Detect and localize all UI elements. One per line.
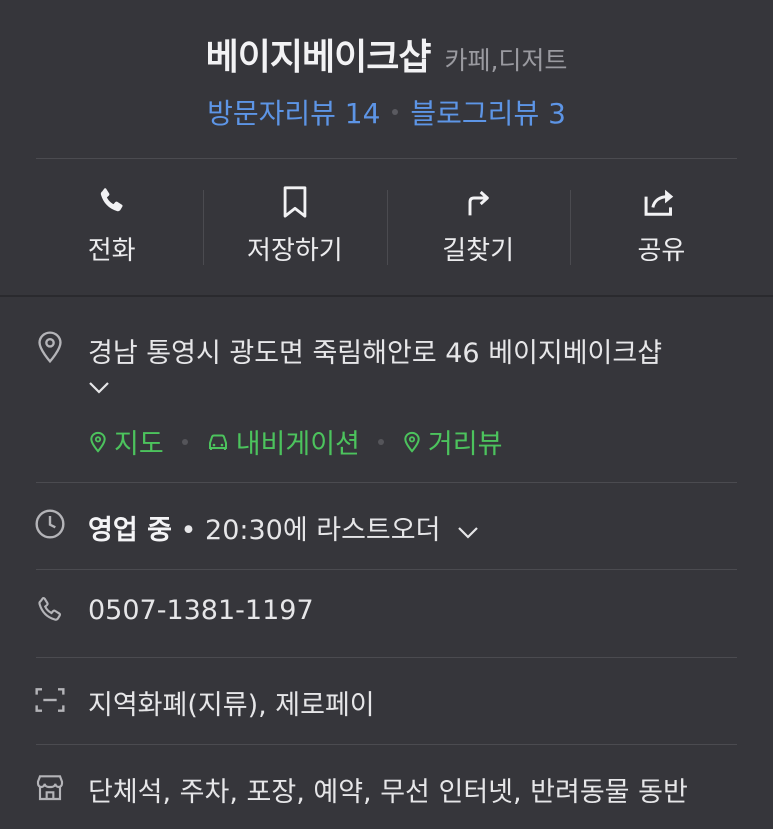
divider	[36, 657, 737, 658]
amenities-text: 단체석, 주차, 포장, 예약, 무선 인터넷, 반려동물 동반	[88, 777, 688, 808]
car-icon	[208, 434, 227, 450]
expand-address-button[interactable]	[88, 380, 110, 399]
save-label: 저장하기	[247, 236, 343, 266]
share-label: 공유	[637, 236, 686, 266]
open-status: 영업 중	[88, 515, 172, 546]
directions-button[interactable]: 길찾기	[386, 180, 570, 270]
phone-number[interactable]: 0507-1381-1197	[88, 595, 314, 626]
separator-dot	[392, 109, 399, 115]
navigation-link-label: 내비게이션	[235, 429, 360, 460]
map-link-label: 지도	[114, 429, 164, 460]
payment-methods: 지역화폐(지류), 제로페이	[88, 690, 375, 721]
last-order-text: • 20:30에 라스트오더	[180, 515, 441, 546]
map-pin-icon	[90, 431, 106, 453]
navigation-link[interactable]: 내비게이션	[206, 422, 360, 461]
divider	[36, 569, 737, 570]
chevron-down-icon	[457, 516, 479, 547]
action-bar: 전화 저장하기 길찾기 공유	[20, 180, 753, 270]
visitor-reviews-link[interactable]: 방문자리뷰 14	[207, 92, 380, 132]
phone-icon	[95, 180, 129, 224]
street-view-pin-icon	[404, 431, 420, 453]
review-links: 방문자리뷰 14 블로그리뷰 3	[0, 92, 773, 132]
separator-dot	[377, 438, 384, 445]
section-divider	[0, 295, 773, 297]
share-icon	[642, 180, 680, 224]
directions-icon	[462, 180, 494, 224]
save-button[interactable]: 저장하기	[203, 180, 386, 270]
call-button[interactable]: 전화	[20, 180, 203, 270]
store-icon	[34, 772, 66, 806]
place-name: 베이지베이크샵	[205, 37, 432, 78]
payment-scan-icon	[34, 685, 66, 719]
divider	[36, 158, 737, 159]
divider	[36, 482, 737, 483]
blog-reviews-link[interactable]: 블로그리뷰 3	[410, 92, 566, 132]
separator-dot	[181, 438, 188, 445]
phone-outline-icon	[34, 595, 66, 631]
bookmark-icon	[280, 180, 310, 224]
street-view-link-label: 거리뷰	[427, 429, 503, 460]
place-category: 카페,디저트	[444, 46, 568, 75]
address-text: 경남 통영시 광도면 죽림해안로 46 베이지베이크샵	[88, 338, 663, 369]
call-label: 전화	[87, 236, 136, 266]
directions-label: 길찾기	[442, 236, 514, 266]
location-pin-icon	[34, 330, 66, 368]
clock-icon	[34, 508, 66, 544]
chevron-down-icon	[88, 380, 110, 399]
map-link[interactable]: 지도	[88, 422, 164, 461]
place-header: 베이지베이크샵 카페,디저트 방문자리뷰 14 블로그리뷰 3	[0, 0, 773, 130]
share-button[interactable]: 공유	[569, 180, 753, 270]
divider	[36, 744, 737, 745]
address-links: 지도 내비게이션 거리뷰	[88, 422, 502, 461]
street-view-link[interactable]: 거리뷰	[402, 422, 503, 461]
